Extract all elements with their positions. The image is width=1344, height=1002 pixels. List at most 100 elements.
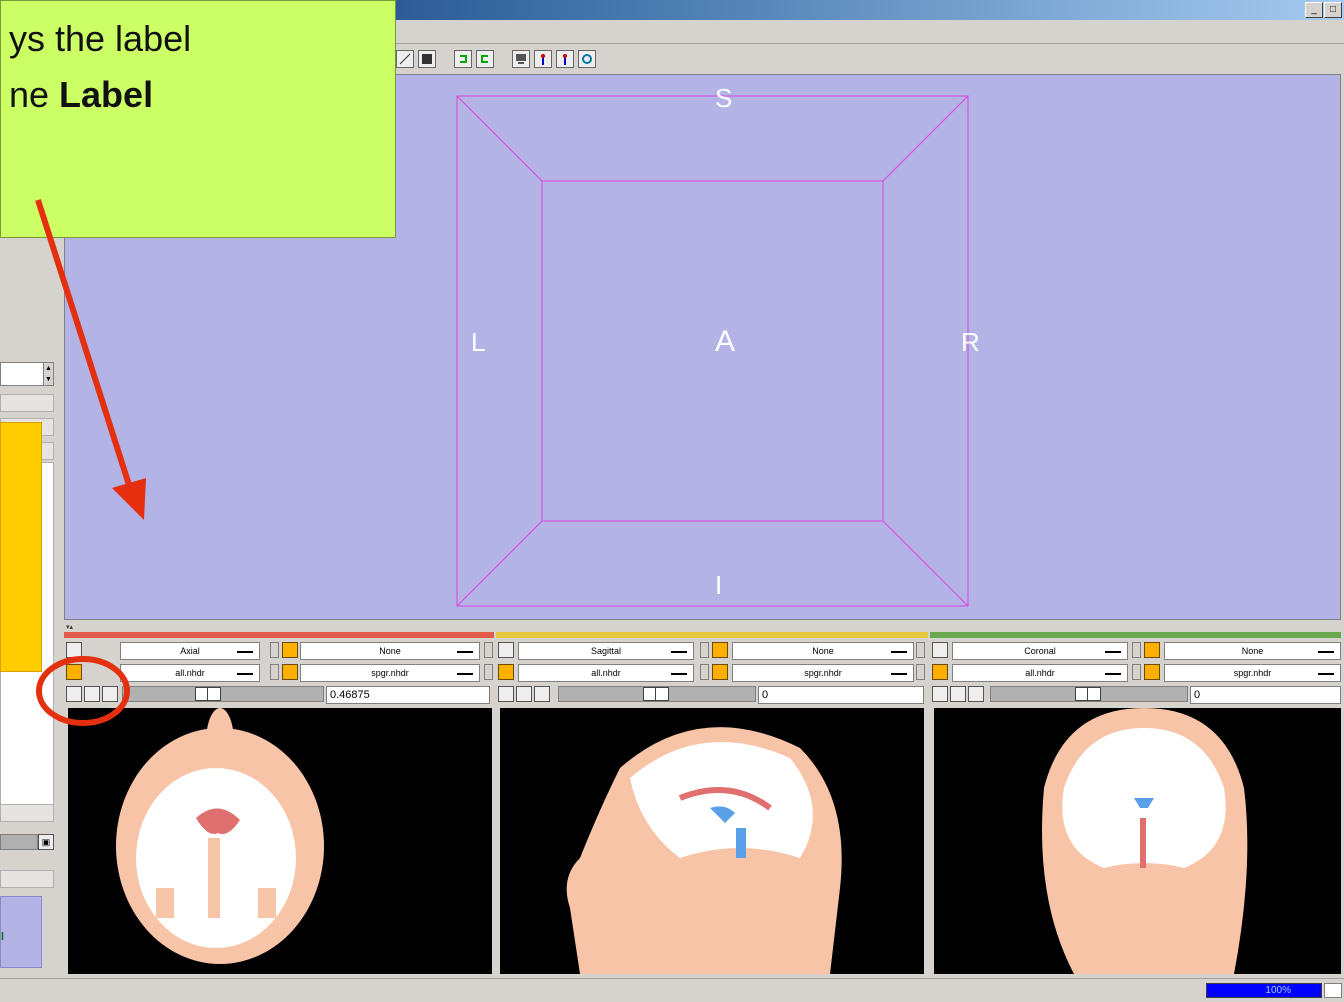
panel-section-header[interactable]: [0, 394, 54, 412]
foreground-volume-select[interactable]: None: [732, 642, 914, 660]
callout-label-word: Label: [59, 74, 154, 115]
link-icon[interactable]: [498, 686, 514, 702]
foreground-layer-icon[interactable]: [1144, 642, 1160, 658]
slice-controls-row-3: 0: [496, 686, 928, 706]
slice-offset-value[interactable]: 0.46875: [326, 686, 490, 704]
foreground-layer-icon[interactable]: [282, 642, 298, 658]
spinner-icon[interactable]: [916, 664, 925, 680]
slider-thumb[interactable]: [195, 687, 221, 701]
slice-color-bar: [64, 632, 494, 638]
status-field: [1324, 983, 1342, 998]
background-layer-icon[interactable]: [282, 664, 298, 680]
link-icon[interactable]: [932, 686, 948, 702]
slice-controls-row-2: all.nhdr spgr.nhdr: [930, 664, 1341, 684]
slice-orientation-select[interactable]: Coronal: [952, 642, 1128, 660]
screenshot-icon[interactable]: [512, 50, 530, 68]
background-volume-select[interactable]: spgr.nhdr: [732, 664, 914, 682]
spinner-icon[interactable]: [700, 664, 709, 680]
fit-icon[interactable]: [102, 686, 118, 702]
callout-line-2: ne Label: [9, 74, 154, 115]
label-volume-select[interactable]: all.nhdr: [952, 664, 1128, 682]
slice-view-sagittal: Sagittal None all.nhdr spgr.nhdr 0: [496, 632, 928, 974]
undo-icon[interactable]: [454, 50, 472, 68]
minimize-button[interactable]: _: [1305, 2, 1323, 18]
background-layer-icon[interactable]: [712, 664, 728, 680]
window-buttons: _ □: [1305, 2, 1342, 18]
spinner-icon[interactable]: [484, 664, 493, 680]
pin-icon[interactable]: [534, 50, 552, 68]
status-bar: 100%: [0, 978, 1344, 1002]
view-splitter[interactable]: ▾▴: [64, 622, 1341, 632]
callout-line-1: ys the label: [9, 18, 192, 59]
spinner-icon[interactable]: [1132, 664, 1141, 680]
slice-controls-row-3: 0.46875: [64, 686, 494, 706]
spinner-icon[interactable]: [270, 664, 279, 680]
slice-offset-value[interactable]: 0: [758, 686, 924, 704]
label-volume-select[interactable]: all.nhdr: [120, 664, 260, 682]
slice-offset-slider[interactable]: [558, 686, 756, 702]
layout-icon[interactable]: [396, 50, 414, 68]
spinner-icon[interactable]: [484, 642, 493, 658]
foreground-volume-select[interactable]: None: [1164, 642, 1341, 660]
slice-controls-row-2: all.nhdr spgr.nhdr: [64, 664, 494, 684]
maximize-button[interactable]: □: [1324, 2, 1342, 18]
slicer-window: _ □ ▲ ▼ ▣ l S I L R A ▾▴ Axial None all.…: [0, 0, 1344, 1002]
grid-icon[interactable]: [418, 50, 436, 68]
axial-slice-image[interactable]: [68, 708, 492, 974]
background-volume-select[interactable]: spgr.nhdr: [1164, 664, 1341, 682]
fit-icon[interactable]: [968, 686, 984, 702]
info-box: l: [0, 896, 42, 968]
slice-color-bar: [930, 632, 1341, 638]
info-text: l: [1, 931, 5, 943]
label-layer-icon[interactable]: [498, 664, 514, 680]
splitter-grip-icon[interactable]: ▾▴: [66, 623, 73, 631]
visibility-icon[interactable]: [84, 686, 100, 702]
fit-icon[interactable]: [534, 686, 550, 702]
label-layer-icon[interactable]: [66, 664, 82, 680]
sagittal-slice-image[interactable]: [500, 708, 924, 974]
spinner-icon[interactable]: [270, 642, 279, 658]
slice-offset-value[interactable]: 0: [1190, 686, 1341, 704]
spin-arrows-icon[interactable]: ▲ ▼: [43, 363, 53, 385]
coronal-slice-image[interactable]: [934, 708, 1341, 974]
background-volume-select[interactable]: spgr.nhdr: [300, 664, 480, 682]
slice-controls-row-1: Axial None: [64, 642, 494, 662]
orientation-label-anterior: A: [715, 325, 736, 358]
panel-slider[interactable]: [0, 834, 38, 850]
slice-controls-row-3: 0: [930, 686, 1341, 706]
background-layer-icon[interactable]: [1144, 664, 1160, 680]
visibility-icon[interactable]: [950, 686, 966, 702]
refresh-icon[interactable]: [578, 50, 596, 68]
slider-thumb[interactable]: [1075, 687, 1101, 701]
spinner-icon[interactable]: [1132, 642, 1141, 658]
crosshair-icon[interactable]: [66, 642, 82, 658]
slider-thumb[interactable]: [643, 687, 669, 701]
panel-section-header[interactable]: [0, 804, 54, 822]
slice-offset-slider[interactable]: [990, 686, 1188, 702]
slice-controls-row-1: Coronal None: [930, 642, 1341, 662]
annotation-callout: ys the label ne Label: [0, 0, 396, 238]
crosshair-icon[interactable]: [498, 642, 514, 658]
foreground-layer-icon[interactable]: [712, 642, 728, 658]
slice-view-axial: Axial None all.nhdr spgr.nhdr 0.46875: [64, 632, 494, 974]
panel-section-header[interactable]: [0, 870, 54, 888]
spinner-icon[interactable]: [700, 642, 709, 658]
toolbar: [396, 46, 596, 72]
visibility-icon[interactable]: [516, 686, 532, 702]
link-icon[interactable]: [66, 686, 82, 702]
panel-button-icon[interactable]: ▣: [38, 834, 54, 850]
spinner-icon[interactable]: [916, 642, 925, 658]
slice-offset-slider[interactable]: [122, 686, 324, 702]
foreground-volume-select[interactable]: None: [300, 642, 480, 660]
pin-alt-icon[interactable]: [556, 50, 574, 68]
orientation-label-right: L: [471, 327, 486, 357]
label-layer-icon[interactable]: [932, 664, 948, 680]
crosshair-icon[interactable]: [932, 642, 948, 658]
orientation-label-superior: S: [715, 83, 733, 113]
spin-box[interactable]: ▲ ▼: [0, 362, 54, 386]
slice-view-coronal: Coronal None all.nhdr spgr.nhdr 0: [930, 632, 1341, 974]
label-volume-select[interactable]: all.nhdr: [518, 664, 694, 682]
slice-orientation-select[interactable]: Sagittal: [518, 642, 694, 660]
slice-orientation-select[interactable]: Axial: [120, 642, 260, 660]
redo-icon[interactable]: [476, 50, 494, 68]
